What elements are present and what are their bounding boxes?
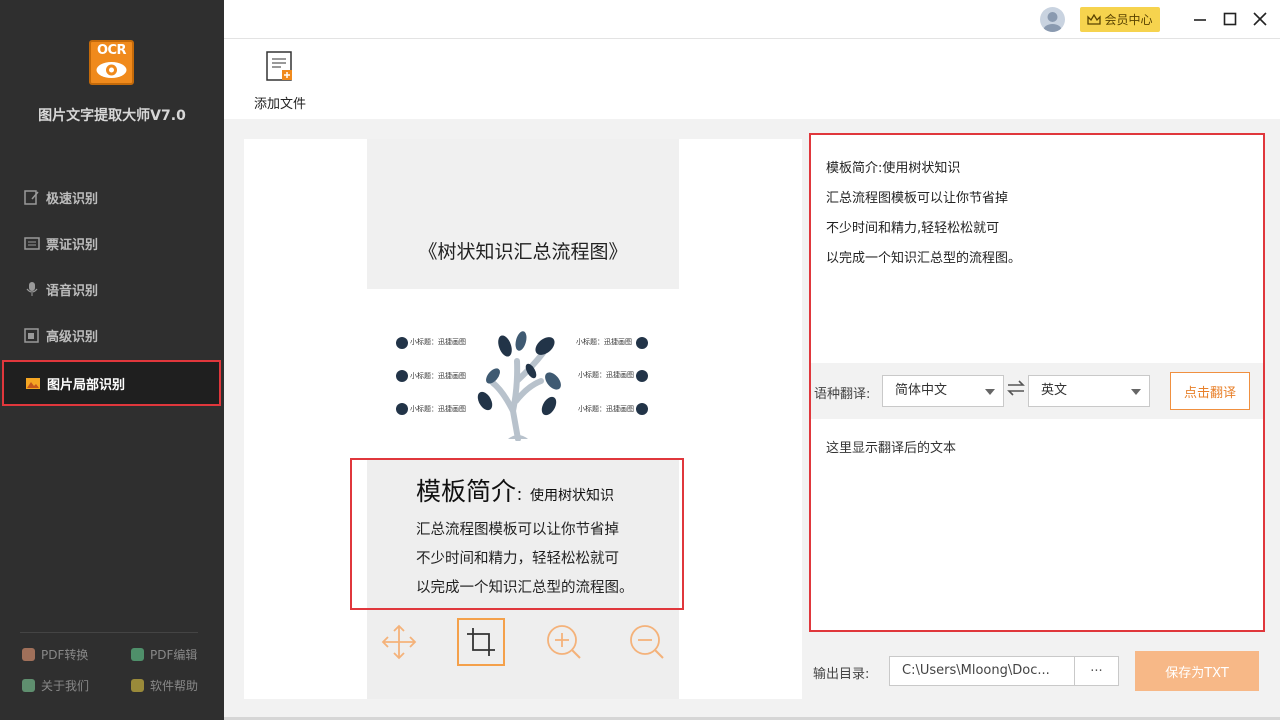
mini-node-label: 小标题：迅捷画图 [410, 405, 466, 413]
member-center-label: 会员中心 [1104, 13, 1153, 27]
help-icon [131, 679, 144, 692]
source-language-value: 简体中文 [895, 383, 948, 398]
selection-rectangle[interactable] [350, 458, 684, 610]
mini-node-label: 小标题：迅捷画图 [410, 338, 466, 346]
help-link[interactable]: 软件帮助 [131, 677, 198, 694]
output-directory-label: 输出目录: [813, 667, 870, 682]
maximize-icon [1223, 12, 1237, 26]
bottom-link-label: 关于我们 [41, 679, 90, 693]
zoom-out-button[interactable] [623, 618, 671, 666]
slide-header: 《树状知识汇总流程图》 [367, 139, 679, 289]
save-txt-button[interactable]: 保存为TXT [1135, 651, 1259, 691]
minimize-icon [1194, 19, 1206, 21]
pdf-convert-icon [22, 648, 35, 661]
sidebar-item-advanced-recognition[interactable]: 高级识别 [0, 313, 224, 357]
translation-result-text[interactable]: 这里显示翻译后的文本 [826, 437, 956, 456]
crop-tool-button[interactable] [457, 618, 505, 666]
close-icon [1253, 12, 1267, 26]
chevron-down-icon [1131, 389, 1141, 395]
mini-node-label: 小标题：迅捷画图 [410, 372, 466, 380]
minimize-button[interactable] [1190, 9, 1210, 29]
mini-node-icon [636, 403, 648, 415]
mini-node-icon [396, 370, 408, 382]
speed-icon [24, 190, 39, 205]
translate-label: 语种翻译: [814, 387, 871, 402]
sidebar-item-image-partial-recognition[interactable]: 图片局部识别 [2, 360, 221, 406]
translate-button[interactable]: 点击翻译 [1170, 372, 1250, 410]
maximize-button[interactable] [1220, 9, 1240, 29]
eye-icon [96, 62, 127, 78]
slide-title: 《树状知识汇总流程图》 [418, 241, 628, 263]
sidebar: OCR 图片文字提取大师V7.0 极速识别 票证识别 语音识别 高级识别 图片局… [0, 0, 224, 720]
result-text-line[interactable]: 以完成一个知识汇总型的流程图。 [826, 247, 1021, 266]
sidebar-item-label: 语音识别 [46, 283, 99, 299]
close-button[interactable] [1250, 9, 1270, 29]
chevron-down-icon [985, 389, 995, 395]
microphone-icon [26, 282, 38, 296]
sidebar-item-label: 票证识别 [46, 237, 99, 253]
about-icon [22, 679, 35, 692]
member-center-button[interactable]: 会员中心 [1080, 7, 1160, 32]
result-text-line[interactable]: 模板简介:使用树状知识 [826, 157, 960, 176]
mini-node-label: 小标题：迅捷画图 [578, 371, 634, 379]
tree-illustration [477, 331, 561, 441]
crown-icon [1087, 13, 1102, 25]
app-title: 图片文字提取大师V7.0 [38, 108, 186, 124]
add-file-icon [266, 51, 292, 81]
move-icon [381, 624, 417, 660]
pdf-edit-link[interactable]: PDF编辑 [131, 646, 197, 663]
image-preview-panel: 《树状知识汇总流程图》 小标题：迅捷画图 小标题：迅捷画图 小标题：迅捷画图 小… [244, 139, 802, 699]
swap-icon [1007, 380, 1025, 396]
bottom-link-label: 软件帮助 [150, 679, 199, 693]
result-text-line[interactable]: 汇总流程图模板可以让你节省掉 [826, 187, 1008, 206]
toolbar: 添加文件 [224, 39, 1280, 119]
user-avatar[interactable] [1040, 7, 1065, 32]
zoom-in-icon [547, 625, 581, 659]
source-language-select[interactable]: 简体中文 [882, 375, 1004, 407]
mini-node-icon [396, 337, 408, 349]
add-file-button[interactable]: 添加文件 [250, 51, 310, 113]
crop-icon [467, 628, 495, 656]
move-tool-button[interactable] [375, 618, 423, 666]
mini-node-icon [396, 403, 408, 415]
about-link[interactable]: 关于我们 [22, 677, 89, 694]
target-language-select[interactable]: 英文 [1028, 375, 1150, 407]
zoom-in-button[interactable] [540, 618, 588, 666]
sidebar-item-fast-recognition[interactable]: 极速识别 [0, 175, 224, 219]
pdf-edit-icon [131, 648, 144, 661]
add-file-label: 添加文件 [253, 97, 306, 112]
mini-node-label: 小标题：迅捷画图 [578, 405, 634, 413]
bottom-link-label: PDF转换 [41, 648, 89, 662]
sidebar-item-label: 极速识别 [46, 191, 99, 207]
browse-button[interactable]: ··· [1074, 656, 1119, 686]
swap-language-button[interactable] [1006, 380, 1026, 400]
bottom-link-label: PDF编辑 [150, 648, 198, 662]
sidebar-item-label: 图片局部识别 [47, 377, 126, 393]
output-path-field[interactable]: C:\Users\Mloong\Doc... [889, 656, 1075, 686]
zoom-out-icon [630, 625, 664, 659]
user-icon [1043, 12, 1062, 32]
mini-node-icon [636, 337, 648, 349]
mini-node-label: 小标题：迅捷画图 [576, 338, 632, 346]
pdf-convert-link[interactable]: PDF转换 [22, 646, 88, 663]
target-language-value: 英文 [1041, 383, 1068, 398]
result-text-line[interactable]: 不少时间和精力,轻轻松松就可 [826, 217, 999, 236]
advanced-icon [24, 328, 39, 343]
app-logo: OCR [89, 40, 134, 85]
sidebar-divider [20, 632, 198, 633]
sidebar-item-label: 高级识别 [46, 329, 99, 345]
sidebar-item-voice-recognition[interactable]: 语音识别 [0, 267, 224, 311]
sidebar-item-ticket-recognition[interactable]: 票证识别 [0, 221, 224, 265]
mini-node-icon [636, 370, 648, 382]
image-crop-icon [26, 378, 40, 389]
ticket-icon [24, 237, 40, 250]
